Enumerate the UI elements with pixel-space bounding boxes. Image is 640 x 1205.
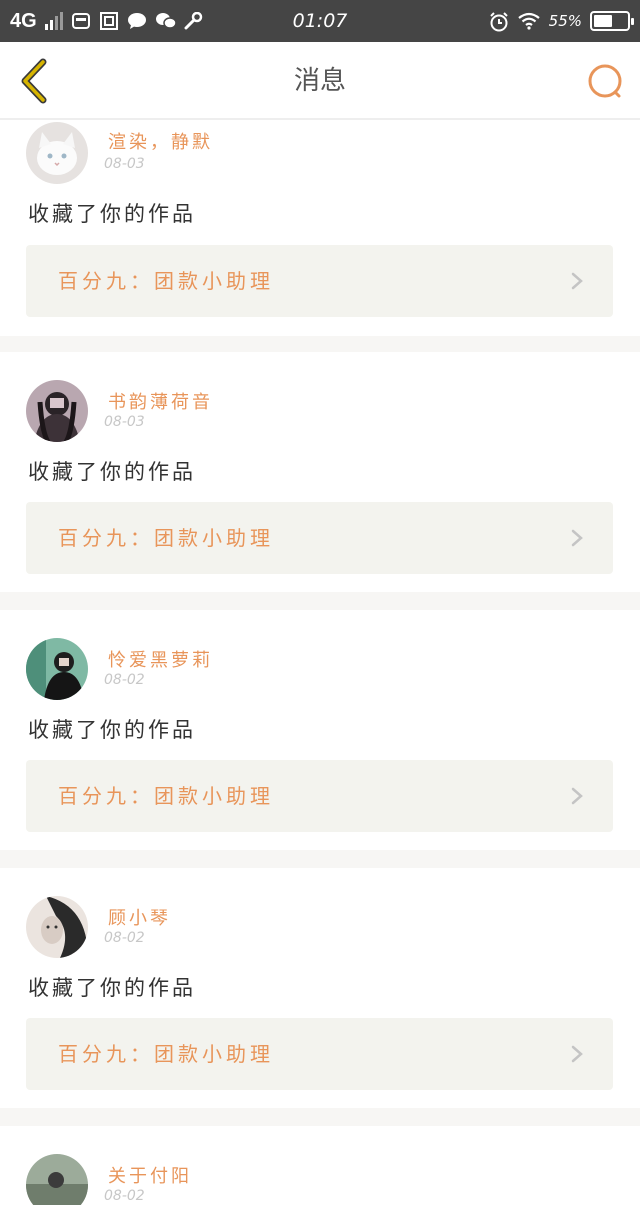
message-date: 08-03 xyxy=(104,156,145,172)
message-date: 08-03 xyxy=(104,414,145,430)
referenced-work-title: 百分九：团款小助理 xyxy=(58,269,274,293)
referenced-work-title: 百分九：团款小助理 xyxy=(58,784,274,808)
avatar[interactable] xyxy=(26,638,88,700)
message-card[interactable]: 怜爱黑萝莉 08-02 收藏了你的作品 百分九：团款小助理 xyxy=(0,610,640,850)
status-right: 55% xyxy=(489,0,634,42)
message-card[interactable]: 关于付阳 08-02 xyxy=(0,1126,640,1205)
battery-percent: 55% xyxy=(548,12,582,30)
message-date: 08-02 xyxy=(104,672,145,688)
referenced-work[interactable]: 百分九：团款小助理 xyxy=(26,245,613,317)
message-card[interactable]: 书韵薄荷音 08-03 收藏了你的作品 百分九：团款小助理 xyxy=(0,352,640,592)
avatar[interactable] xyxy=(26,896,88,958)
chevron-right-icon xyxy=(571,529,583,547)
action-text: 收藏了你的作品 xyxy=(28,202,196,226)
message-date: 08-02 xyxy=(104,930,145,946)
chevron-right-icon xyxy=(571,272,583,290)
wifi-icon xyxy=(517,12,541,30)
referenced-work[interactable]: 百分九：团款小助理 xyxy=(26,502,613,574)
avatar[interactable] xyxy=(26,1154,88,1205)
referenced-work[interactable]: 百分九：团款小助理 xyxy=(26,760,613,832)
search-icon xyxy=(588,64,622,98)
action-text: 收藏了你的作品 xyxy=(28,976,196,1000)
username[interactable]: 顾小琴 xyxy=(108,904,171,930)
alarm-icon xyxy=(489,12,509,32)
message-date: 08-02 xyxy=(104,1188,145,1204)
username[interactable]: 渲染，静默 xyxy=(108,128,213,154)
username[interactable]: 关于付阳 xyxy=(108,1162,192,1188)
search-button[interactable] xyxy=(586,62,626,102)
username[interactable]: 怜爱黑萝莉 xyxy=(108,646,213,672)
username[interactable]: 书韵薄荷音 xyxy=(108,388,213,414)
referenced-work-title: 百分九：团款小助理 xyxy=(58,1042,274,1066)
message-card[interactable]: 渲染，静默 08-03 收藏了你的作品 百分九：团款小助理 xyxy=(0,120,640,336)
nav-bar: 消息 xyxy=(0,42,640,120)
status-bar: 4G 01:07 55% xyxy=(0,0,640,42)
message-card[interactable]: 顾小琴 08-02 收藏了你的作品 百分九：团款小助理 xyxy=(0,868,640,1108)
chevron-right-icon xyxy=(571,1045,583,1063)
chevron-right-icon xyxy=(571,787,583,805)
page-title: 消息 xyxy=(293,66,346,96)
avatar[interactable] xyxy=(26,380,88,442)
battery-icon xyxy=(590,11,634,31)
referenced-work[interactable]: 百分九：团款小助理 xyxy=(26,1018,613,1090)
avatar[interactable] xyxy=(26,122,88,184)
action-text: 收藏了你的作品 xyxy=(28,718,196,742)
action-text: 收藏了你的作品 xyxy=(28,460,196,484)
referenced-work-title: 百分九：团款小助理 xyxy=(58,526,274,550)
